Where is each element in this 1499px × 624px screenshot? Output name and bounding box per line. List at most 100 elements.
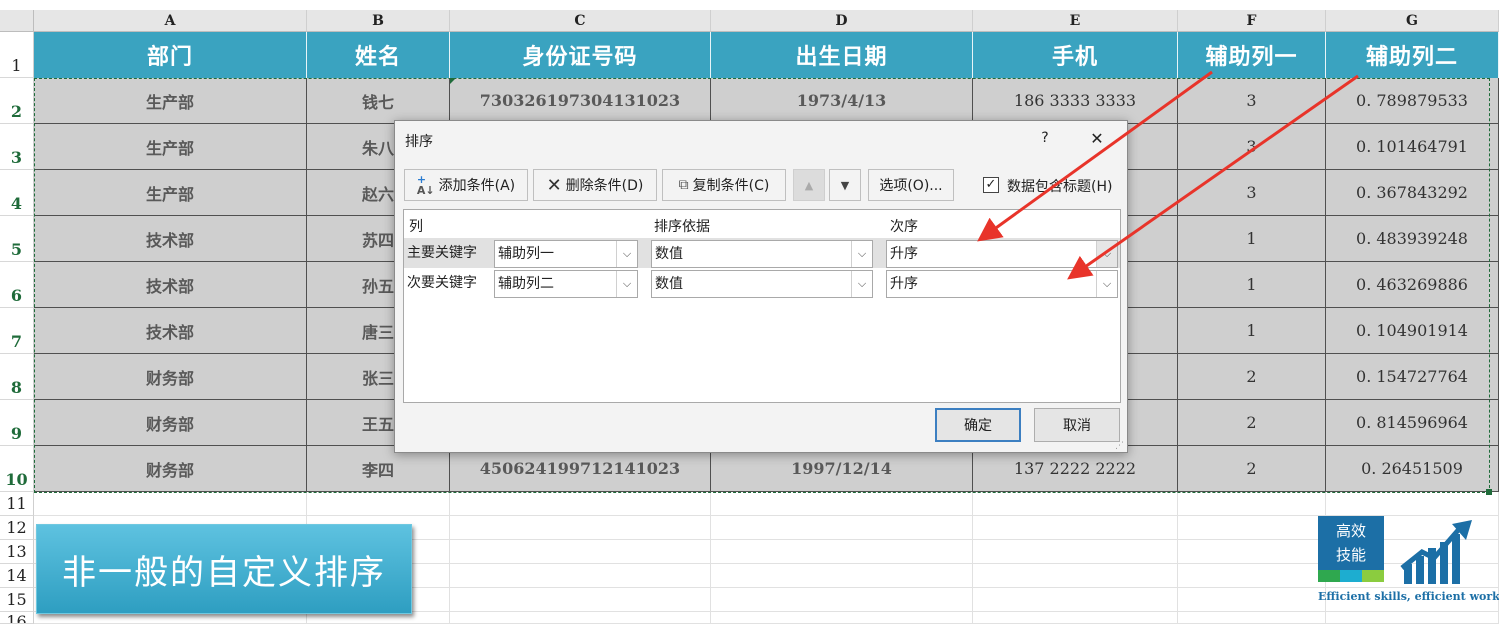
row-header-6[interactable]: 6 — [0, 262, 34, 308]
secondary-column-select[interactable]: 辅助列二 ⌵ — [494, 270, 638, 298]
has-header-checkbox[interactable]: ✓ — [983, 177, 999, 193]
cell-helper-2[interactable]: 0. 463269886 — [1326, 262, 1499, 308]
row-header-16[interactable]: 16 — [0, 612, 34, 624]
empty-cell[interactable] — [450, 540, 711, 564]
cell-department[interactable]: 技术部 — [34, 308, 307, 354]
cell-department[interactable]: 生产部 — [34, 78, 307, 124]
cell-helper-2[interactable]: 0. 101464791 — [1326, 124, 1499, 170]
column-header-f[interactable]: F — [1178, 10, 1326, 32]
cell-helper-2[interactable]: 0. 104901914 — [1326, 308, 1499, 354]
fill-handle[interactable] — [1486, 489, 1492, 495]
options-button[interactable]: 选项(O)... — [868, 169, 954, 201]
row-header-11[interactable]: 11 — [0, 492, 34, 516]
empty-cell[interactable] — [1178, 540, 1326, 564]
cell-department[interactable]: 财务部 — [34, 446, 307, 492]
cell-department[interactable]: 生产部 — [34, 124, 307, 170]
empty-cell[interactable] — [711, 516, 973, 540]
row-header-1[interactable]: 1 — [0, 32, 34, 78]
cell-helper-1[interactable]: 3 — [1178, 78, 1326, 124]
empty-cell[interactable] — [1178, 588, 1326, 612]
empty-cell[interactable] — [973, 612, 1178, 624]
empty-cell[interactable] — [450, 516, 711, 540]
cell-helper-2[interactable]: 0. 26451509 — [1326, 446, 1499, 492]
empty-cell[interactable] — [711, 612, 973, 624]
empty-cell[interactable] — [711, 492, 973, 516]
cell-birth-date[interactable]: 1973/4/13 — [711, 78, 973, 124]
cell-helper-2[interactable]: 0. 154727764 — [1326, 354, 1499, 400]
column-header-e[interactable]: E — [973, 10, 1178, 32]
select-all-corner[interactable] — [0, 10, 34, 32]
close-button[interactable]: ✕ — [1087, 129, 1107, 148]
cell-helper-1[interactable]: 1 — [1178, 262, 1326, 308]
row-header-12[interactable]: 12 — [0, 516, 34, 540]
cell-helper-1[interactable]: 3 — [1178, 124, 1326, 170]
row-header-5[interactable]: 5 — [0, 216, 34, 262]
cell-helper-2[interactable]: 0. 483939248 — [1326, 216, 1499, 262]
cell-department[interactable]: 技术部 — [34, 262, 307, 308]
empty-cell[interactable] — [1326, 492, 1499, 516]
empty-cell[interactable] — [711, 564, 973, 588]
empty-cell[interactable] — [1178, 564, 1326, 588]
cancel-button[interactable]: 取消 — [1034, 408, 1120, 442]
cell-id-number[interactable]: 730326197304131023 — [450, 78, 711, 124]
cell-name[interactable]: 钱七 — [307, 78, 450, 124]
copy-condition-button[interactable]: ⧉ 复制条件(C) — [662, 169, 786, 201]
cell-helper-1[interactable]: 3 — [1178, 170, 1326, 216]
empty-cell[interactable] — [1326, 612, 1499, 624]
row-header-13[interactable]: 13 — [0, 540, 34, 564]
empty-cell[interactable] — [1178, 492, 1326, 516]
empty-cell[interactable] — [973, 588, 1178, 612]
empty-cell[interactable] — [973, 492, 1178, 516]
cell-helper-1[interactable]: 2 — [1178, 354, 1326, 400]
empty-cell[interactable] — [973, 564, 1178, 588]
cell-helper-2[interactable]: 0. 789879533 — [1326, 78, 1499, 124]
primary-column-select[interactable]: 辅助列一 ⌵ — [494, 240, 638, 268]
move-down-button[interactable]: ▼ — [829, 169, 861, 201]
cell-helper-2[interactable]: 0. 814596964 — [1326, 400, 1499, 446]
empty-cell[interactable] — [711, 540, 973, 564]
row-header-4[interactable]: 4 — [0, 170, 34, 216]
header-cell-id-number[interactable]: 身份证号码 — [450, 32, 711, 78]
cell-department[interactable]: 技术部 — [34, 216, 307, 262]
cell-helper-1[interactable]: 1 — [1178, 308, 1326, 354]
primary-sort-on-select[interactable]: 数值 ⌵ — [651, 240, 873, 268]
row-header-2[interactable]: 2 — [0, 78, 34, 124]
empty-cell[interactable] — [1178, 516, 1326, 540]
column-header-b[interactable]: B — [307, 10, 450, 32]
row-header-8[interactable]: 8 — [0, 354, 34, 400]
header-cell-phone[interactable]: 手机 — [973, 32, 1178, 78]
column-header-g[interactable]: G — [1326, 10, 1499, 32]
column-header-a[interactable]: A — [34, 10, 307, 32]
cell-department[interactable]: 生产部 — [34, 170, 307, 216]
empty-cell[interactable] — [450, 588, 711, 612]
empty-cell[interactable] — [450, 564, 711, 588]
row-header-3[interactable]: 3 — [0, 124, 34, 170]
has-header-label[interactable]: 数据包含标题(H) — [1007, 176, 1112, 196]
empty-cell[interactable] — [450, 612, 711, 624]
ok-button[interactable]: 确定 — [935, 408, 1021, 442]
cell-helper-2[interactable]: 0. 367843292 — [1326, 170, 1499, 216]
add-condition-button[interactable]: + A↓ 添加条件(A) — [404, 169, 528, 201]
empty-cell[interactable] — [1178, 612, 1326, 624]
row-header-15[interactable]: 15 — [0, 588, 34, 612]
secondary-order-select[interactable]: 升序 ⌵ — [886, 270, 1118, 298]
row-header-7[interactable]: 7 — [0, 308, 34, 354]
row-header-14[interactable]: 14 — [0, 564, 34, 588]
row-header-9[interactable]: 9 — [0, 400, 34, 446]
empty-cell[interactable] — [973, 516, 1178, 540]
cell-phone[interactable]: 186 3333 3333 — [973, 78, 1178, 124]
header-cell-name[interactable]: 姓名 — [307, 32, 450, 78]
empty-cell[interactable] — [307, 492, 450, 516]
column-header-d[interactable]: D — [711, 10, 973, 32]
help-button[interactable]: ? — [1037, 130, 1053, 146]
header-cell-birth-date[interactable]: 出生日期 — [711, 32, 973, 78]
header-cell-helper-1[interactable]: 辅助列一 — [1178, 32, 1326, 78]
empty-cell[interactable] — [711, 588, 973, 612]
primary-order-select[interactable]: 升序 ⌵ — [886, 240, 1118, 268]
delete-condition-button[interactable]: ✕ 删除条件(D) — [533, 169, 657, 201]
empty-cell[interactable] — [973, 540, 1178, 564]
header-cell-helper-2[interactable]: 辅助列二 — [1326, 32, 1499, 78]
move-up-button[interactable]: ▲ — [793, 169, 825, 201]
empty-cell[interactable] — [34, 492, 307, 516]
cell-department[interactable]: 财务部 — [34, 400, 307, 446]
